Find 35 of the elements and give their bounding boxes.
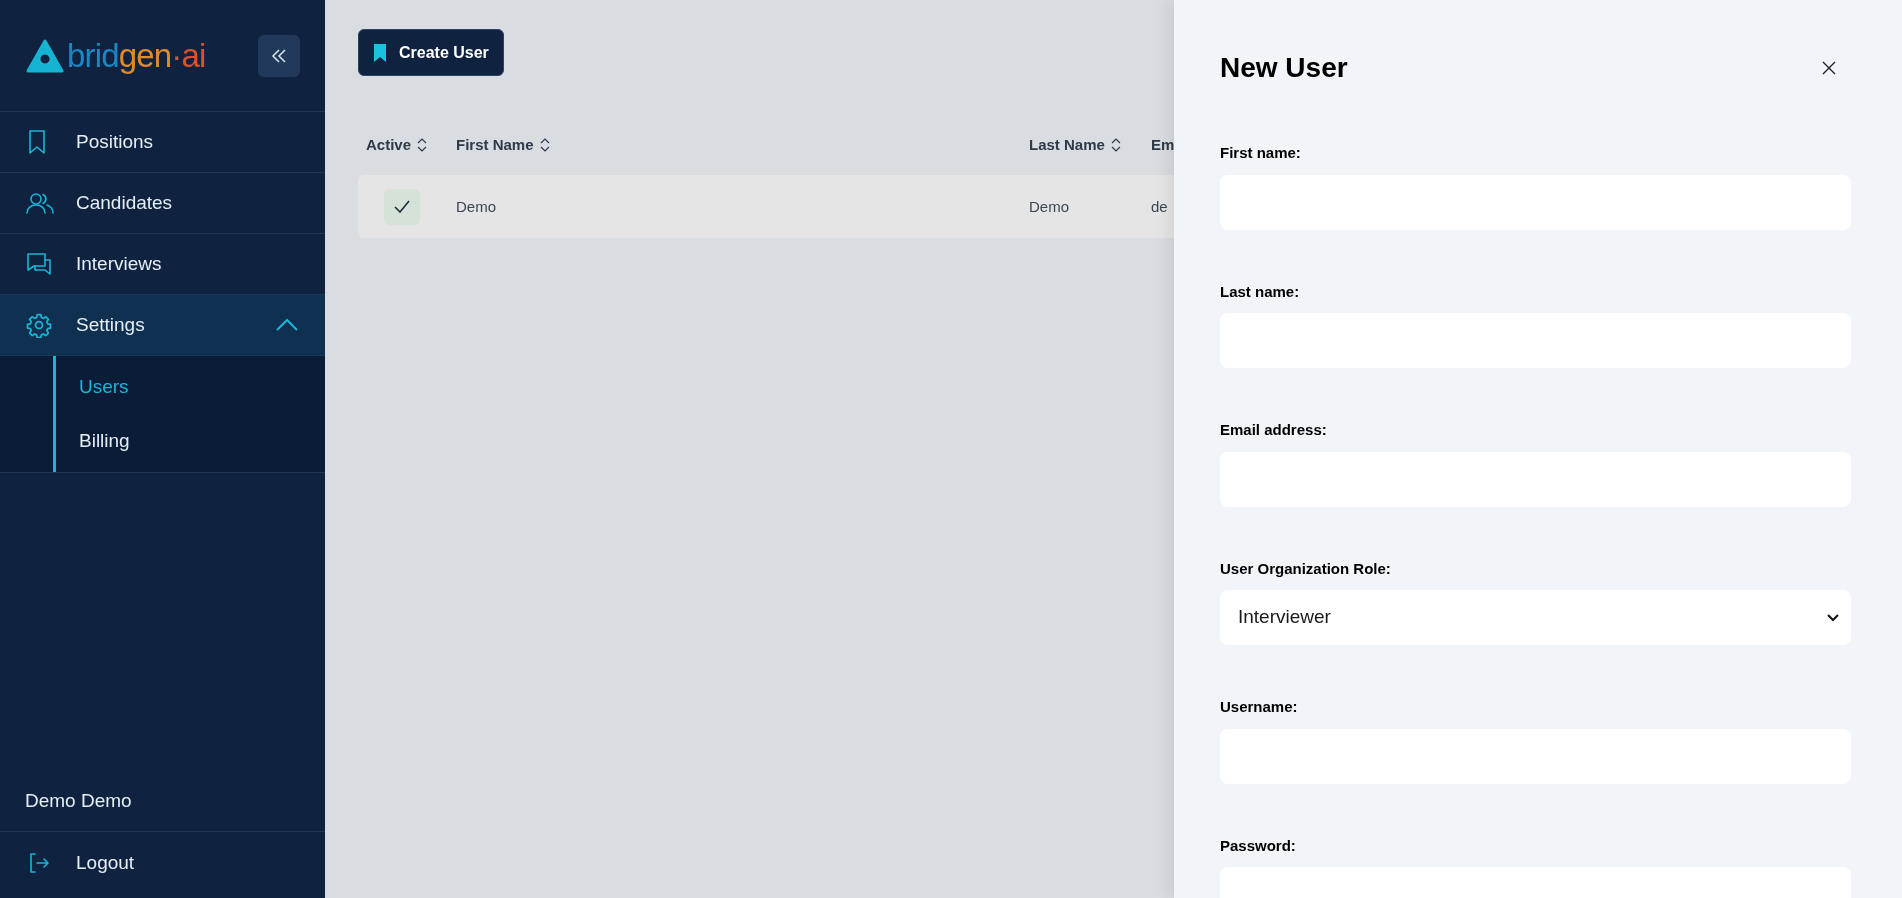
- chat-bubbles-icon: [26, 252, 52, 276]
- table-cell: Demo: [1029, 197, 1069, 215]
- field-label: Username:: [1220, 697, 1299, 717]
- people-icon: [26, 192, 54, 214]
- close-icon: [1822, 61, 1836, 75]
- bookmark-icon: [373, 42, 387, 63]
- submenu-item[interactable]: Billing: [56, 414, 325, 468]
- logo-icon: [26, 38, 64, 73]
- logout-item[interactable]: Logout: [0, 832, 325, 894]
- logo-text: bridgen·ai: [67, 39, 206, 72]
- logout-icon: [28, 852, 50, 874]
- create-user-button[interactable]: Create User: [358, 29, 504, 76]
- field-label: Password:: [1220, 835, 1297, 856]
- user-name: Demo Demo: [25, 789, 132, 814]
- chevron-down-icon: [1827, 613, 1839, 622]
- table-cell: Demo: [456, 197, 496, 215]
- field-label: First name:: [1220, 143, 1302, 163]
- drawer-title: New User: [1220, 51, 1348, 85]
- nav-item[interactable]: Settings: [0, 295, 325, 356]
- gear-icon: [26, 312, 52, 338]
- column-header[interactable]: Last Name: [1029, 133, 1105, 157]
- active-checkbox[interactable]: [384, 188, 420, 225]
- role-select[interactable]: Interviewer: [1220, 590, 1851, 645]
- bookmark-icon: [26, 129, 48, 155]
- submenu-item[interactable]: Users: [56, 360, 325, 414]
- column-header[interactable]: Em: [1151, 133, 1175, 157]
- check-icon: [394, 200, 410, 213]
- field-label: User Organization Role:: [1220, 558, 1392, 579]
- column-header[interactable]: First Name: [456, 133, 534, 157]
- field-label: Last name:: [1220, 281, 1301, 302]
- double-chevron-left-icon: [270, 47, 288, 64]
- column-header[interactable]: Active: [366, 133, 412, 157]
- collapse-button[interactable]: [258, 34, 300, 77]
- field-label: Email address:: [1220, 420, 1328, 440]
- table-cell: de: [1151, 197, 1168, 215]
